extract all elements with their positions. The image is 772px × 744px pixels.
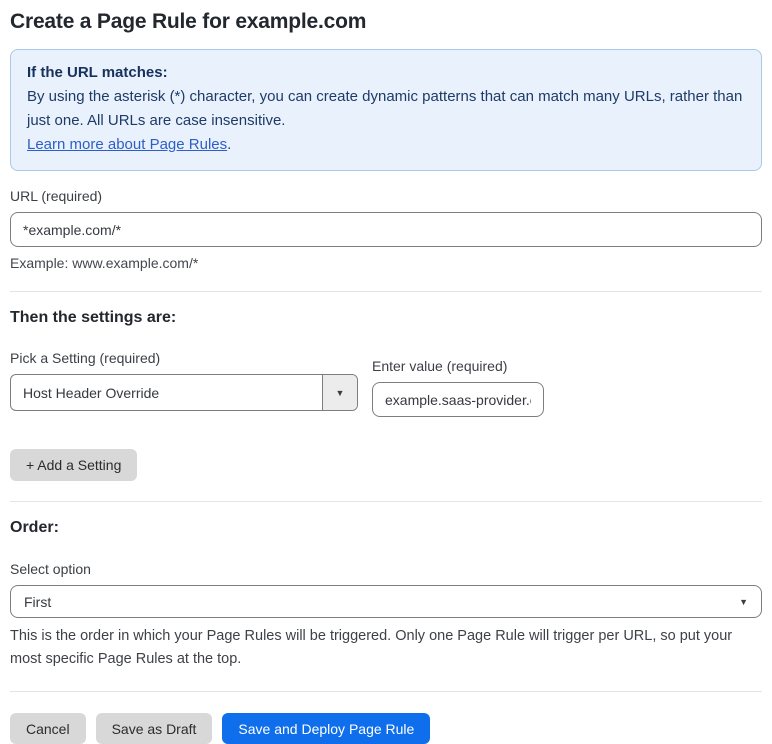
- enter-value-label: Enter value (required): [372, 358, 508, 374]
- save-as-draft-button[interactable]: Save as Draft: [95, 713, 213, 744]
- url-example-text: Example: www.example.com/*: [10, 255, 199, 271]
- learn-more-link[interactable]: Learn more about Page Rules: [27, 136, 227, 153]
- setting-value-input[interactable]: [372, 382, 544, 417]
- url-field-group: URL (required) Example: www.example.com/…: [10, 188, 762, 271]
- page-title: Create a Page Rule for example.com: [10, 10, 367, 33]
- enter-value-column: Enter value (required): [372, 358, 544, 417]
- info-box-link-line: Learn more about Page Rules.: [27, 133, 745, 157]
- url-label: URL (required): [10, 188, 103, 204]
- create-page-rule-form: Create a Page Rule for example.com If th…: [0, 0, 772, 744]
- setting-select-value: Host Header Override: [23, 384, 160, 401]
- dropdown-arrow-icon: ▼: [322, 375, 357, 410]
- order-select-label: Select option: [10, 561, 91, 577]
- pick-setting-column: Pick a Setting (required) Host Header Ov…: [10, 350, 358, 417]
- setting-select[interactable]: Host Header Override ▼: [10, 374, 358, 411]
- url-input[interactable]: [10, 212, 762, 247]
- add-setting-button[interactable]: + Add a Setting: [10, 449, 138, 481]
- order-select[interactable]: First ▼: [10, 585, 762, 618]
- cancel-button[interactable]: Cancel: [10, 713, 86, 744]
- link-period: .: [227, 136, 232, 153]
- save-and-deploy-button[interactable]: Save and Deploy Page Rule: [222, 713, 431, 744]
- info-box-heading: If the URL matches:: [27, 64, 168, 81]
- divider: [10, 501, 762, 502]
- caret-down-icon: ▼: [739, 596, 748, 607]
- divider: [10, 291, 762, 292]
- settings-section-heading: Then the settings are:: [10, 309, 177, 326]
- divider: [10, 691, 762, 692]
- url-match-info-box: If the URL matches: By using the asteris…: [10, 49, 762, 171]
- pick-setting-label: Pick a Setting (required): [10, 350, 161, 366]
- info-box-body: By using the asterisk (*) character, you…: [27, 88, 743, 129]
- settings-row: Pick a Setting (required) Host Header Ov…: [10, 350, 762, 417]
- order-description: This is the order in which your Page Rul…: [10, 628, 733, 667]
- order-section-heading: Order:: [10, 519, 59, 536]
- footer-actions: Cancel Save as Draft Save and Deploy Pag…: [10, 713, 762, 744]
- order-select-value: First: [24, 593, 52, 610]
